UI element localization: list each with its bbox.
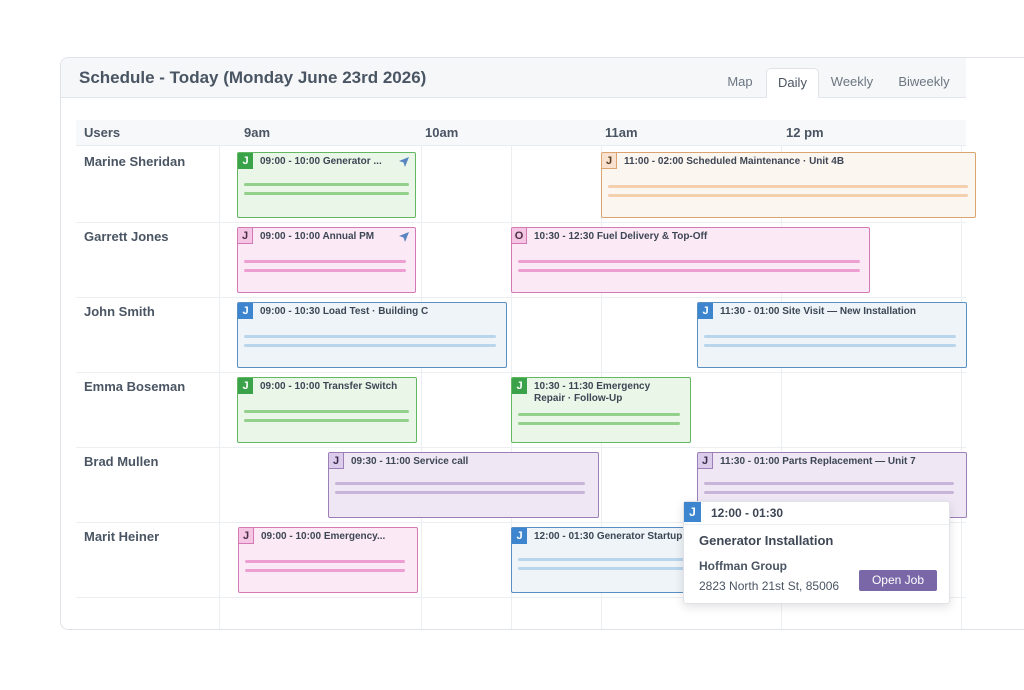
job-badge: J bbox=[512, 528, 527, 544]
event-label: 09:00 - 10:00 Transfer Switch bbox=[260, 381, 398, 392]
job-badge: J bbox=[238, 153, 253, 169]
event-bar bbox=[244, 410, 409, 413]
event-block[interactable]: J 09:00 - 10:00 Generator ... bbox=[237, 152, 416, 218]
event-label: 09:00 - 10:00 Annual PM bbox=[260, 231, 375, 242]
event-bar bbox=[704, 482, 954, 485]
popup-time: 12:00 - 01:30 bbox=[711, 506, 784, 520]
user-name: John Smith bbox=[84, 304, 155, 319]
user-name: Emma Boseman bbox=[84, 379, 186, 394]
job-badge: J bbox=[239, 528, 254, 544]
event-label: 09:30 - 11:00 Service call bbox=[351, 456, 469, 467]
navigation-icon[interactable] bbox=[398, 156, 410, 168]
user-name: Marit Heiner bbox=[84, 529, 160, 544]
event-bar bbox=[518, 422, 680, 425]
page-title: Schedule - Today (Monday June 23rd 2026) bbox=[79, 68, 427, 87]
job-badge: J bbox=[698, 303, 713, 319]
job-badge: J bbox=[238, 228, 253, 244]
job-badge: J bbox=[238, 303, 253, 319]
event-bar bbox=[518, 269, 860, 272]
event-bar bbox=[704, 335, 956, 338]
user-name: Garrett Jones bbox=[84, 229, 169, 244]
event-bar bbox=[245, 569, 405, 572]
popup-address: 2823 North 21st St, 85006 bbox=[699, 579, 840, 593]
event-bar bbox=[704, 344, 956, 347]
event-block[interactable]: J 11:30 - 01:00 Site Visit — New Install… bbox=[697, 302, 967, 368]
grid-line bbox=[219, 120, 220, 629]
tab-biweekly[interactable]: Biweekly bbox=[889, 68, 959, 98]
event-label: 09:00 - 10:00 Generator ... bbox=[260, 156, 382, 167]
navigation-icon[interactable] bbox=[398, 231, 410, 243]
open-job-button[interactable]: Open Job bbox=[859, 570, 937, 591]
event-bar bbox=[245, 560, 405, 563]
event-label: 10:30 - 12:30 Fuel Delivery & Top-Off bbox=[534, 231, 708, 242]
event-label: 09:00 - 10:00 Emergency... bbox=[261, 531, 386, 542]
job-badge: J bbox=[698, 453, 713, 469]
event-block[interactable]: O 10:30 - 12:30 Fuel Delivery & Top-Off bbox=[511, 227, 870, 293]
time-header-10am: 10am bbox=[425, 125, 459, 140]
tab-map[interactable]: Map bbox=[716, 68, 764, 98]
time-header-11am: 11am bbox=[605, 125, 638, 140]
user-name: Marine Sheridan bbox=[84, 154, 186, 169]
event-label: 10:30 - 11:30 Emergency Repair · Follow-… bbox=[534, 381, 651, 404]
job-badge: J bbox=[602, 153, 617, 169]
event-bar bbox=[244, 192, 409, 195]
schedule-header: Schedule - Today (Monday June 23rd 2026)… bbox=[61, 58, 966, 98]
event-block[interactable]: J 09:30 - 11:00 Service call bbox=[328, 452, 599, 518]
job-badge: J bbox=[238, 378, 253, 394]
event-label: 12:00 - 01:30 Generator Startup bbox=[534, 531, 683, 542]
popup-title: Generator Installation bbox=[699, 533, 834, 548]
event-bar bbox=[244, 183, 409, 186]
event-block[interactable]: J 12:00 - 01:30 Generator Startup bbox=[511, 527, 691, 593]
event-bar bbox=[518, 567, 688, 570]
event-block[interactable]: J 10:30 - 11:30 Emergency Repair · Follo… bbox=[511, 377, 691, 443]
event-bar bbox=[518, 260, 860, 263]
row-divider bbox=[76, 372, 966, 373]
grid-header-row: Users 9am 10am 11am 12 pm bbox=[76, 120, 966, 146]
event-block[interactable]: J 09:00 - 10:00 Emergency... bbox=[238, 527, 418, 593]
row-divider bbox=[76, 447, 966, 448]
event-bar bbox=[704, 491, 954, 494]
event-block[interactable]: J 09:00 - 10:00 Transfer Switch bbox=[237, 377, 417, 443]
event-bar bbox=[244, 269, 406, 272]
users-column-header: Users bbox=[84, 125, 121, 140]
time-header-9am: 9am bbox=[244, 125, 271, 140]
event-bar bbox=[518, 558, 688, 561]
event-label: 11:30 - 01:00 Parts Replacement — Unit 7 bbox=[720, 456, 916, 467]
tab-daily[interactable]: Daily bbox=[766, 68, 819, 98]
job-badge: J bbox=[329, 453, 344, 469]
event-bar bbox=[335, 491, 585, 494]
job-popup: J 12:00 - 01:30 Generator Installation H… bbox=[683, 501, 950, 604]
event-bar bbox=[518, 413, 680, 416]
event-bar bbox=[608, 194, 968, 197]
event-bar bbox=[244, 419, 409, 422]
event-bar bbox=[335, 482, 585, 485]
event-bar bbox=[244, 335, 496, 338]
row-divider bbox=[76, 297, 966, 298]
job-badge: J bbox=[684, 502, 701, 522]
event-label: 09:00 - 10:30 Load Test · Building C bbox=[260, 306, 429, 317]
event-label: 11:00 - 02:00 Scheduled Maintenance · Un… bbox=[624, 156, 845, 167]
event-block[interactable]: J 09:00 - 10:00 Annual PM bbox=[237, 227, 416, 293]
event-label: 11:30 - 01:00 Site Visit — New Installat… bbox=[720, 306, 917, 317]
job-badge: J bbox=[512, 378, 527, 394]
popup-divider bbox=[684, 524, 949, 525]
event-block[interactable]: J 09:00 - 10:30 Load Test · Building C bbox=[237, 302, 507, 368]
event-bar bbox=[244, 260, 406, 263]
row-divider bbox=[76, 222, 966, 223]
tab-weekly[interactable]: Weekly bbox=[821, 68, 883, 98]
user-name: Brad Mullen bbox=[84, 454, 159, 469]
time-header-12pm: 12 pm bbox=[786, 125, 824, 140]
event-bar bbox=[244, 344, 496, 347]
grid-line bbox=[421, 120, 422, 629]
other-badge: O bbox=[512, 228, 527, 244]
event-bar bbox=[608, 185, 968, 188]
popup-company: Hoffman Group bbox=[699, 559, 787, 573]
event-block[interactable]: J 11:00 - 02:00 Scheduled Maintenance · … bbox=[601, 152, 976, 218]
